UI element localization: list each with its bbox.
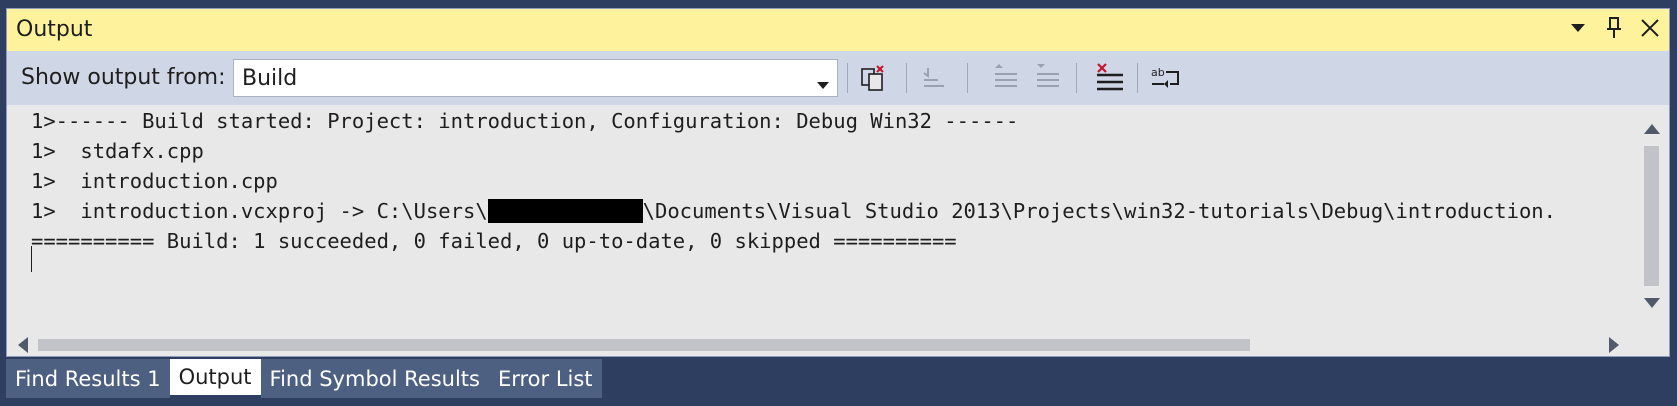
horizontal-scroll-thumb[interactable] bbox=[38, 339, 1250, 351]
go-to-next-line-icon[interactable] bbox=[1029, 61, 1065, 95]
pin-icon[interactable] bbox=[1603, 17, 1625, 39]
output-line: 1>------ Build started: Project: introdu… bbox=[31, 109, 1019, 133]
svg-text:ab: ab bbox=[1151, 66, 1165, 79]
toolbar-separator bbox=[1137, 63, 1138, 93]
scroll-up-icon[interactable] bbox=[1644, 119, 1660, 138]
output-source-dropdown[interactable]: Build bbox=[233, 59, 838, 97]
scroll-down-icon[interactable] bbox=[1644, 293, 1660, 312]
vertical-scrollbar[interactable] bbox=[1634, 105, 1669, 334]
close-icon[interactable] bbox=[1639, 17, 1661, 39]
toolbar-separator bbox=[967, 63, 968, 93]
title-bar-buttons bbox=[1567, 17, 1661, 39]
window-position-dropdown-icon[interactable] bbox=[1567, 17, 1589, 39]
output-source-value: Build bbox=[242, 66, 298, 91]
tab-find-results-1[interactable]: Find Results 1 bbox=[6, 359, 170, 398]
output-text-area[interactable]: 1>------ Build started: Project: introdu… bbox=[7, 105, 1634, 334]
find-message-in-code-icon[interactable] bbox=[855, 61, 891, 95]
output-line-build-path: 1> introduction.vcxproj -> C:\Users\ \Doc… bbox=[31, 199, 1556, 223]
horizontal-scrollbar[interactable] bbox=[7, 334, 1634, 356]
toolbar-separator bbox=[1076, 63, 1077, 93]
text-caret bbox=[31, 246, 32, 272]
show-output-from-label: Show output from: bbox=[21, 65, 226, 90]
output-path-prefix: 1> introduction.vcxproj -> C:\Users\ bbox=[31, 199, 488, 223]
tab-output[interactable]: Output bbox=[169, 359, 261, 395]
title-bar: Output bbox=[7, 9, 1669, 51]
output-window: Output Show output from: Build ab 1>----… bbox=[6, 8, 1670, 357]
output-toolbar: Show output from: Build ab bbox=[7, 51, 1669, 105]
toolbar-separator bbox=[847, 63, 848, 93]
chevron-down-icon bbox=[817, 74, 829, 93]
output-line: 1> introduction.cpp bbox=[31, 169, 278, 193]
toolbar-separator bbox=[906, 63, 907, 93]
output-line: 1> stdafx.cpp bbox=[31, 139, 204, 163]
tab-find-symbol-results[interactable]: Find Symbol Results bbox=[260, 359, 489, 398]
scroll-left-icon[interactable] bbox=[18, 337, 28, 357]
output-path-suffix: \Documents\Visual Studio 2013\Projects\w… bbox=[642, 199, 1556, 223]
output-line: ========== Build: 1 succeeded, 0 failed,… bbox=[31, 229, 957, 253]
clear-all-icon[interactable] bbox=[1091, 61, 1127, 95]
scroll-right-icon[interactable] bbox=[1609, 337, 1619, 357]
toggle-word-wrap-icon[interactable]: ab bbox=[1148, 61, 1184, 95]
tab-error-list[interactable]: Error List bbox=[488, 359, 602, 398]
redacted-username bbox=[487, 199, 643, 223]
go-to-previous-line-icon[interactable] bbox=[987, 61, 1023, 95]
vertical-scroll-thumb[interactable] bbox=[1644, 146, 1659, 286]
panel-title: Output bbox=[16, 17, 93, 42]
go-to-previous-message-icon[interactable] bbox=[914, 61, 950, 95]
scrollbar-corner bbox=[1634, 334, 1669, 356]
bottom-tab-strip: Find Results 1 Output Find Symbol Result… bbox=[6, 359, 602, 398]
